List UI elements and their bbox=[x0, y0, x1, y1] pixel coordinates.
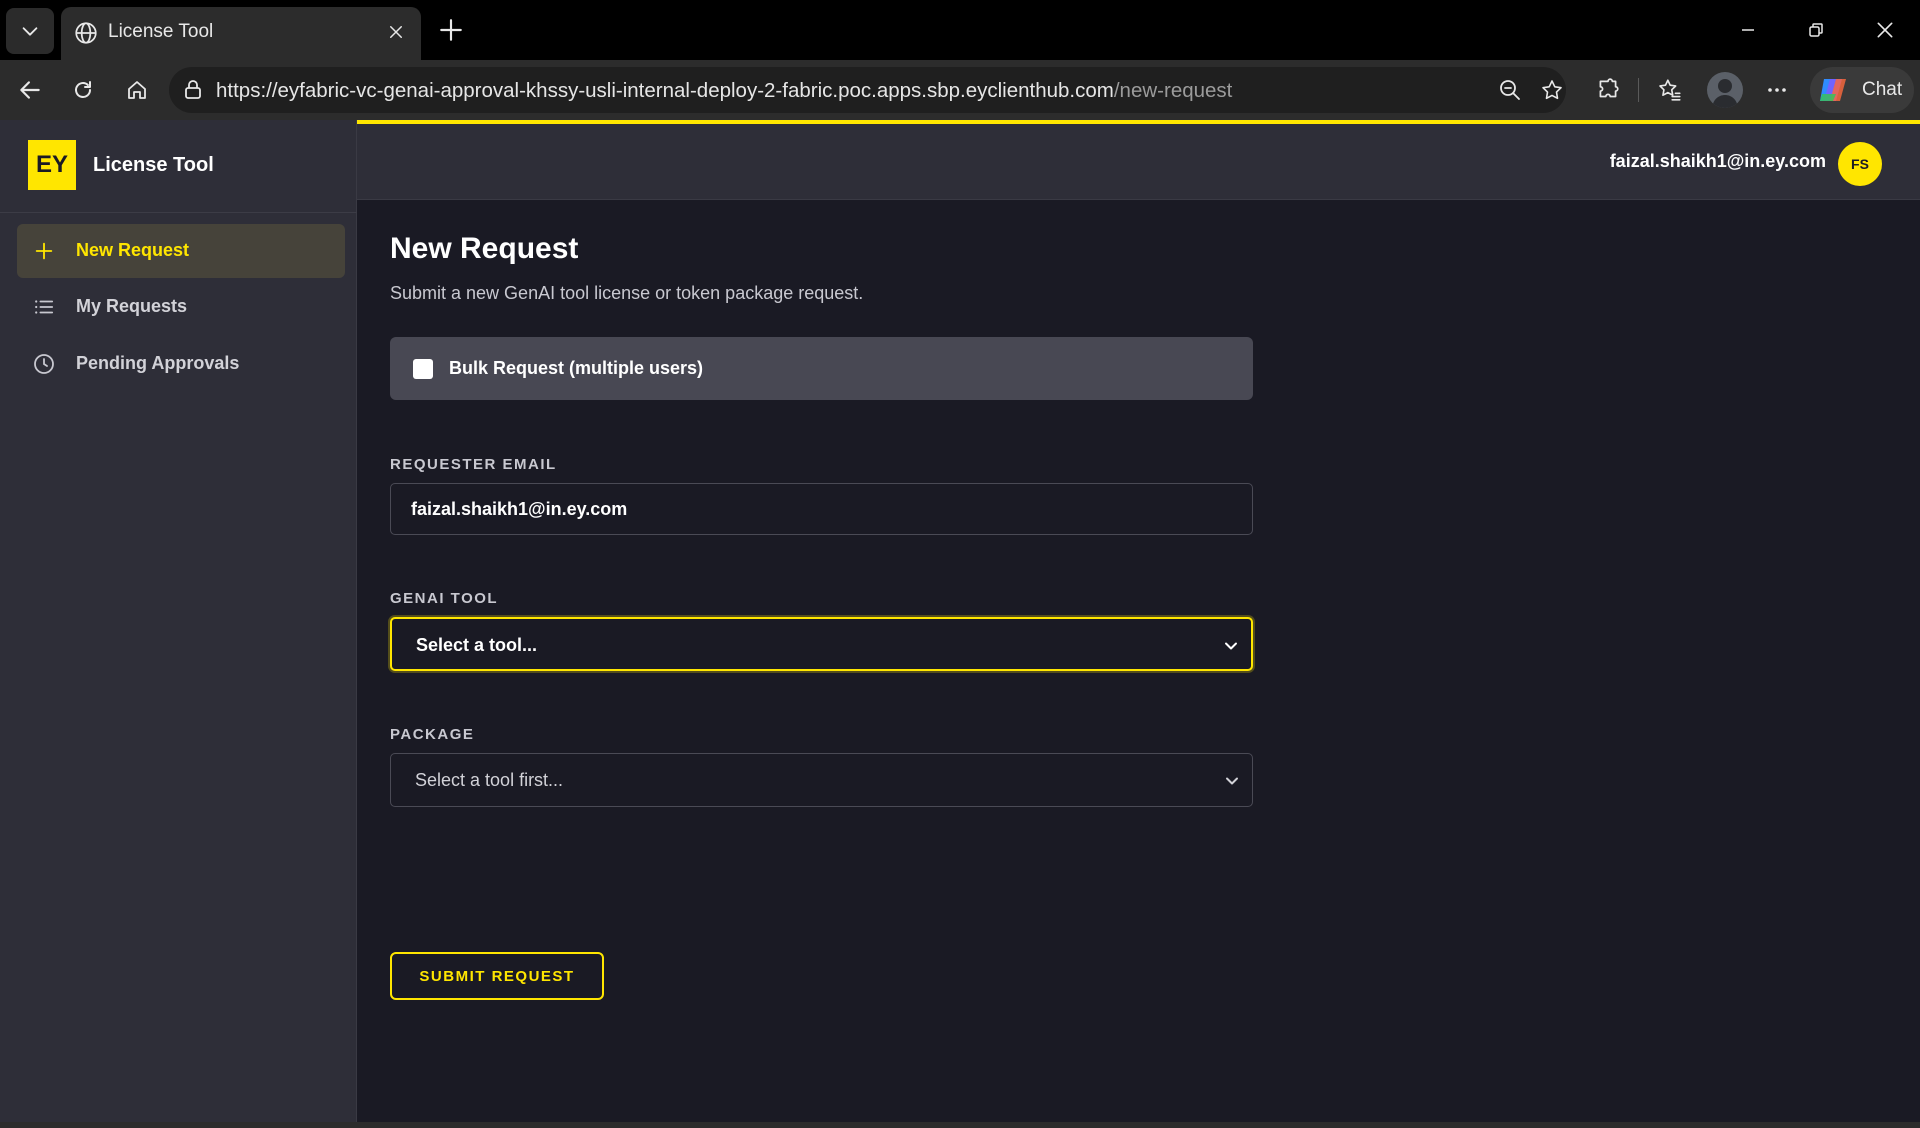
sidebar: EY License Tool New Request My Requests … bbox=[0, 120, 357, 1122]
more-horizontal-icon bbox=[1768, 88, 1786, 92]
tab-list-button[interactable] bbox=[6, 8, 54, 54]
genai-tool-label: GENAI TOOL bbox=[390, 590, 499, 607]
minimize-icon bbox=[1742, 29, 1754, 31]
clock-icon bbox=[31, 351, 57, 377]
zoom-button[interactable] bbox=[1496, 76, 1524, 104]
restore-icon bbox=[1809, 23, 1823, 37]
toolbar-separator bbox=[1638, 78, 1639, 102]
ey-logo[interactable]: EY bbox=[28, 140, 76, 190]
page-subtitle: Submit a new GenAI tool license or token… bbox=[390, 283, 864, 303]
reload-icon bbox=[75, 81, 91, 98]
top-header: faizal.shaikh1@in.ey.com FS bbox=[357, 120, 1920, 200]
minimize-button[interactable] bbox=[1728, 10, 1768, 50]
chat-label: Chat bbox=[1862, 79, 1903, 100]
close-icon bbox=[1877, 22, 1893, 38]
tab-title: License Tool bbox=[108, 21, 214, 42]
extensions-button[interactable] bbox=[1588, 70, 1628, 110]
browser-tab-bar: License Tool bbox=[0, 0, 1920, 60]
browser-toolbar: https://eyfabric-vc-genai-approval-khssy… bbox=[0, 60, 1920, 120]
user-email: faizal.shaikh1@in.ey.com bbox=[1609, 151, 1826, 171]
bulk-request-toggle[interactable]: Bulk Request (multiple users) bbox=[390, 337, 1253, 400]
window-bottom-border bbox=[0, 1122, 1920, 1128]
package-value: Select a tool first... bbox=[415, 770, 564, 790]
genai-tool-value: Select a tool... bbox=[416, 635, 538, 655]
browser-tab-active[interactable]: License Tool bbox=[61, 7, 421, 60]
home-icon bbox=[128, 81, 146, 99]
address-bar[interactable]: https://eyfabric-vc-genai-approval-khssy… bbox=[169, 67, 1566, 113]
package-label: PACKAGE bbox=[390, 726, 475, 743]
profile-avatar[interactable] bbox=[1707, 72, 1743, 108]
home-button[interactable] bbox=[117, 70, 157, 110]
favorites-button[interactable] bbox=[1650, 70, 1690, 110]
app-root: EY License Tool New Request My Requests … bbox=[0, 120, 1920, 1122]
zoom-out-icon bbox=[1500, 80, 1520, 100]
sidebar-brand: EY License Tool bbox=[0, 120, 357, 213]
bulk-request-label: Bulk Request (multiple users) bbox=[449, 358, 704, 378]
page-title: New Request bbox=[390, 232, 579, 265]
chevron-down-icon bbox=[1225, 642, 1237, 650]
reload-button[interactable] bbox=[63, 70, 103, 110]
favorite-button[interactable] bbox=[1538, 76, 1566, 104]
requester-email-value: faizal.shaikh1@in.ey.com bbox=[411, 499, 628, 519]
chevron-down-icon bbox=[1226, 777, 1238, 785]
avatar[interactable]: FS bbox=[1838, 142, 1882, 186]
copilot-icon bbox=[1820, 79, 1846, 101]
arrow-left-icon bbox=[20, 81, 40, 99]
sidebar-item-label: Pending Approvals bbox=[76, 353, 240, 373]
back-button[interactable] bbox=[10, 70, 50, 110]
plus-icon bbox=[31, 238, 57, 264]
submit-request-button[interactable]: SUBMIT REQUEST bbox=[390, 952, 604, 1000]
sidebar-item-new-request[interactable]: New Request bbox=[17, 224, 345, 278]
requester-email-label: REQUESTER EMAIL bbox=[390, 456, 557, 473]
genai-tool-select[interactable]: Select a tool... bbox=[390, 617, 1253, 671]
sidebar-item-label: New Request bbox=[76, 240, 190, 260]
sidebar-item-label: My Requests bbox=[76, 296, 188, 316]
url-path: /new-request bbox=[1113, 79, 1233, 102]
lock-icon[interactable] bbox=[181, 78, 205, 102]
sidebar-item-my-requests[interactable]: My Requests bbox=[17, 280, 345, 334]
chevron-down-icon bbox=[22, 27, 38, 36]
close-window-button[interactable] bbox=[1865, 10, 1905, 50]
bulk-request-checkbox[interactable] bbox=[413, 359, 433, 379]
new-tab-button[interactable] bbox=[434, 13, 468, 47]
user-icon bbox=[1712, 79, 1738, 108]
star-icon bbox=[1542, 80, 1562, 100]
close-icon bbox=[390, 26, 402, 38]
puzzle-icon bbox=[1599, 78, 1619, 98]
favorites-icon bbox=[1659, 79, 1681, 101]
package-select[interactable]: Select a tool first... bbox=[390, 753, 1253, 807]
plus-icon bbox=[440, 19, 462, 41]
globe-icon bbox=[75, 22, 97, 44]
tab-close-button[interactable] bbox=[383, 19, 409, 45]
requester-email-field[interactable]: faizal.shaikh1@in.ey.com bbox=[390, 483, 1253, 535]
sidebar-item-pending-approvals[interactable]: Pending Approvals bbox=[17, 337, 345, 391]
url-host: https://eyfabric-vc-genai-approval-khssy… bbox=[216, 79, 1114, 102]
more-menu-button[interactable] bbox=[1757, 70, 1797, 110]
restore-button[interactable] bbox=[1796, 10, 1836, 50]
list-icon bbox=[31, 294, 57, 320]
copilot-chat-button[interactable]: Chat bbox=[1810, 67, 1914, 113]
app-name: License Tool bbox=[93, 154, 214, 176]
url-text[interactable]: https://eyfabric-vc-genai-approval-khssy… bbox=[216, 79, 1232, 103]
